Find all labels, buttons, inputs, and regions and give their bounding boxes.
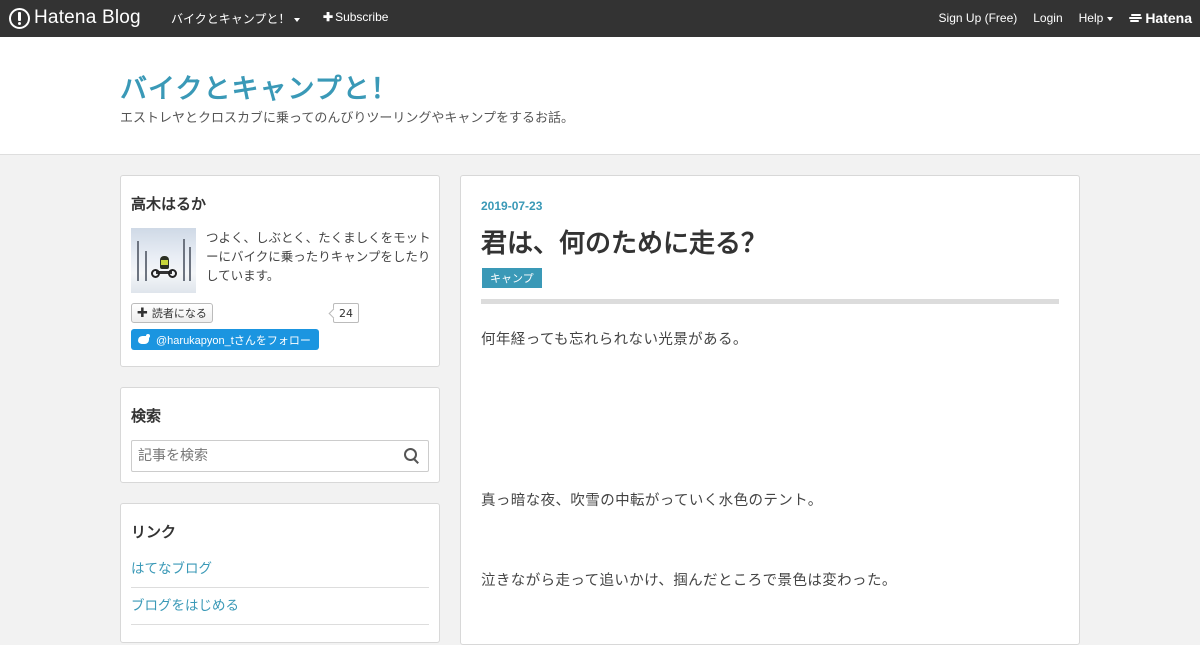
entry-divider [481,299,1059,304]
caret-down-icon [294,17,301,22]
links-module: リンク はてなブログ ブログをはじめる [120,503,440,643]
entry-title[interactable]: 君は、何のために走る？ [481,223,767,260]
entry-paragraph: 真っ暗な夜、吹雪の中転がっていく水色のテント。 [481,493,823,509]
twitter-follow-label: @harukapyon_tさんをフォロー [156,334,311,347]
signup-link[interactable]: Sign Up (Free) [939,11,1018,25]
entry-paragraph: 泣きながら走って追いかけ、掴んだところで景色は変わった。 [481,573,897,589]
blog-title[interactable]: バイクとキャンプと！ [120,67,399,106]
search-icon[interactable] [404,448,420,464]
entry-date[interactable]: 2019-07-23 [481,199,542,213]
logo-text: Hatena Blog [34,7,141,28]
hatena-logo[interactable]: Hatena [1129,10,1192,26]
avatar[interactable] [131,228,196,293]
help-label: Help [1078,11,1104,25]
profile-description: つよく、しぶとく、たくましくをモットーにバイクに乗ったりキャンプをしたりしていま… [206,230,431,283]
header-right-nav: Sign Up (Free) Login Help Hatena [939,10,1192,26]
profile-module: 高木はるか つよく、しぶとく、たくましくをモットーにバイクに乗ったりキャンプをし… [120,175,440,367]
link-hatena-blog[interactable]: はてなブログ [131,557,429,588]
hatena-blog-logo[interactable]: Hatena Blog [9,7,141,29]
entry-paragraph: 何年経っても忘れられない光景がある。 [481,332,748,348]
profile-name[interactable]: 高木はるか [131,193,206,214]
subscribe-label: Subscribe [335,10,389,24]
twitter-follow-button[interactable]: @harukapyon_tさんをフォロー [131,329,319,350]
links-title: リンク [131,523,177,541]
reader-button-label: 読者になる [151,307,207,320]
subscribe-reader-button[interactable]: ✚ 読者になる [131,303,213,323]
blog-name-label: バイクとキャンプと！ [171,12,291,26]
help-menu[interactable]: Help [1079,11,1114,25]
global-header: Hatena Blog バイクとキャンプと！ ✚ Subscribe Sign U… [0,0,1200,37]
entry-article: 2019-07-23 君は、何のために走る？ キャンプ 何年経っても忘れられない… [460,175,1080,645]
plus-icon: ✚ [323,10,334,24]
search-input[interactable] [132,441,402,471]
reader-count-badge: 24 [333,303,359,323]
search-box [131,440,429,472]
search-title: 検索 [131,407,162,425]
category-tag[interactable]: キャンプ [482,268,542,288]
motorcycle-rider-image [151,256,177,278]
blog-description: エストレヤとクロスカブに乗ってのんびりツーリングやキャンプをするお話。 [120,111,574,126]
caret-down-icon [1107,16,1114,21]
subscribe-button[interactable]: ✚ Subscribe [323,10,388,24]
blog-name-menu[interactable]: バイクとキャンプと！ [171,10,301,27]
hatena-blog-logo-icon [9,7,30,29]
search-module: 検索 [120,387,440,483]
login-link[interactable]: Login [1033,11,1062,25]
link-start-blog[interactable]: ブログをはじめる [131,594,429,625]
twitter-bird-icon [137,333,151,346]
plus-icon: ✚ [137,305,148,321]
hatena-logo-text: Hatena [1145,10,1192,26]
blog-header: バイクとキャンプと！ エストレヤとクロスカブに乗ってのんびりツーリングやキャンプ… [0,37,1200,155]
hatena-wave-icon [1129,13,1143,23]
